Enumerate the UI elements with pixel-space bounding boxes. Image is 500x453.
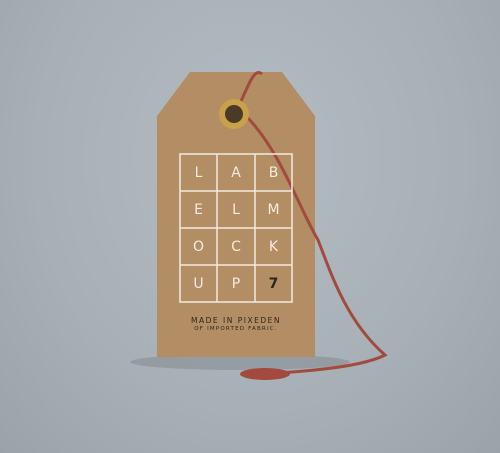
grid-letter: B [268,164,279,181]
grid-letter: A [231,164,241,181]
grid-letter: L [232,201,240,218]
caption-line-1: MADE IN PIXEDEN [191,316,281,325]
grid-letter: U [193,275,204,292]
grid-letter: P [231,275,241,292]
grid-letter: M [267,201,280,218]
grid-letter: C [231,238,241,255]
eyelet-hole [225,105,243,123]
grid-letter: K [268,238,279,255]
grid-letter: E [194,201,203,218]
caption-line-2: OF IMPORTED FABRIC. [194,326,278,332]
grid-letter: O [192,238,205,255]
string-knot [240,368,290,380]
grid-letter: L [194,164,203,181]
grid-letter: 7 [268,275,279,292]
